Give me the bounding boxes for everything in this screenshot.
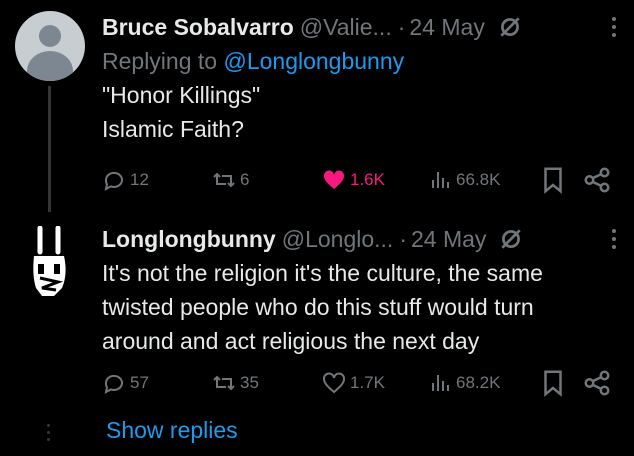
bookmark-icon[interactable] (538, 165, 568, 195)
repost-button[interactable]: 6 (212, 165, 249, 195)
replying-handle-link[interactable]: @Longlongbunny (223, 48, 404, 74)
avatar-default[interactable] (15, 11, 85, 81)
separator-dot: · (399, 225, 407, 252)
display-name[interactable]: Longlongbunny (102, 226, 276, 253)
repost-count: 6 (240, 170, 250, 189)
tweet-actions: 57 35 1.7K 68.2K (102, 368, 618, 398)
thread-line (48, 86, 51, 212)
display-name[interactable]: Bruce Sobalvarro (102, 14, 294, 41)
reply-icon (104, 374, 123, 394)
thread-continuation-dots (47, 424, 51, 445)
repost-button[interactable]: 35 (212, 368, 259, 398)
views-button[interactable]: 68.2K (428, 368, 500, 398)
like-count: 1.6K (350, 170, 385, 189)
tweet-line: around and act religious the next day (102, 328, 480, 354)
like-button[interactable]: 1.7K (322, 368, 385, 398)
reply-count: 12 (130, 170, 149, 189)
user-handle[interactable]: @Longlo... (282, 226, 394, 253)
replying-to: Replying to @Longlongbunny (102, 44, 618, 78)
timestamp[interactable]: 24 May (409, 14, 484, 41)
reply-button[interactable]: 12 (102, 165, 149, 195)
heart-filled-icon (323, 170, 345, 189)
tweet-actions: 12 6 1.6K 66.8K (102, 165, 618, 195)
view-count: 68.2K (456, 373, 501, 392)
reply-icon (104, 171, 123, 191)
avatar-bunny[interactable] (28, 226, 72, 302)
tweet-text: "Honor Killings" Islamic Faith? (102, 78, 618, 146)
tweet-2[interactable]: Longlongbunny @Longlo... · 24 May It's n… (102, 222, 618, 397)
tweet-header: Bruce Sobalvarro @Valie... · 24 May (102, 10, 618, 44)
user-handle[interactable]: @Valie... (300, 14, 392, 41)
views-icon (432, 172, 449, 188)
tweet-line: Islamic Faith? (102, 116, 244, 142)
share-icon[interactable] (582, 368, 612, 398)
repost-icon (213, 172, 235, 188)
like-button[interactable]: 1.6K (322, 165, 385, 195)
repost-icon (213, 375, 235, 391)
views-icon (432, 375, 449, 391)
tweet-header: Longlongbunny @Longlo... · 24 May (102, 222, 618, 256)
tweet-text: It's not the religion it's the culture, … (102, 256, 618, 358)
show-replies-link[interactable]: Show replies (106, 417, 238, 444)
not-visible-icon (500, 17, 520, 37)
timestamp[interactable]: 24 May (411, 226, 486, 253)
reply-count: 57 (130, 373, 149, 392)
reply-button[interactable]: 57 (102, 368, 149, 398)
separator-dot: · (397, 13, 406, 40)
more-options-icon[interactable] (612, 14, 618, 41)
tweet-1[interactable]: Bruce Sobalvarro @Valie... · 24 May Repl… (102, 10, 618, 194)
share-icon[interactable] (582, 165, 612, 195)
not-visible-icon (501, 229, 522, 249)
view-count: 66.8K (456, 170, 501, 189)
like-count: 1.7K (350, 373, 385, 392)
tweet-line: "Honor Killings" (102, 82, 261, 108)
tweet-line: twisted people who do this stuff would t… (102, 294, 534, 320)
replying-prefix: Replying to (102, 48, 218, 74)
tweet-line: It's not the religion it's the culture, … (102, 260, 543, 286)
bookmark-icon[interactable] (538, 368, 568, 398)
heart-icon (323, 372, 345, 394)
more-options-icon[interactable] (612, 226, 618, 253)
repost-count: 35 (240, 373, 259, 392)
views-button[interactable]: 66.8K (428, 165, 500, 195)
